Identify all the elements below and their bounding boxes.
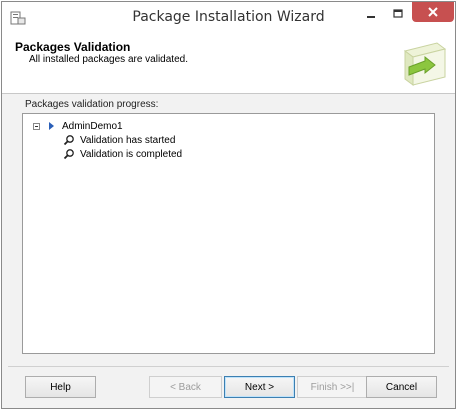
play-arrow-icon xyxy=(49,122,54,130)
collapse-toggle-icon[interactable] xyxy=(33,122,40,130)
wizard-window: Package Installation Wizard Packages Val… xyxy=(1,1,456,409)
validation-progress-tree[interactable]: AdminDemo1 Validation has started Valida… xyxy=(22,113,435,354)
minimize-icon xyxy=(367,16,375,18)
tree-node-label: Validation is completed xyxy=(80,148,183,160)
tree-node-child[interactable]: Validation is completed xyxy=(63,147,182,161)
back-button[interactable]: < Back xyxy=(149,376,222,398)
help-button[interactable]: Help xyxy=(25,376,96,398)
tree-node-root[interactable]: AdminDemo1 xyxy=(33,119,123,133)
title-bar[interactable]: Package Installation Wizard xyxy=(2,2,455,34)
magnifier-icon xyxy=(63,134,75,146)
magnifier-icon xyxy=(63,148,75,160)
minimize-button[interactable] xyxy=(358,4,384,24)
wizard-header: Packages Validation All installed packag… xyxy=(2,33,455,94)
tree-node-child[interactable]: Validation has started xyxy=(63,133,175,147)
tree-node-label: Validation has started xyxy=(80,134,176,146)
next-button[interactable]: Next > xyxy=(224,376,295,398)
tree-node-label: AdminDemo1 xyxy=(62,120,123,132)
footer-divider xyxy=(8,366,449,367)
progress-label: Packages validation progress: xyxy=(25,99,159,110)
maximize-button[interactable] xyxy=(386,4,410,24)
page-title: Packages Validation xyxy=(15,40,131,54)
page-subtitle: All installed packages are validated. xyxy=(29,54,188,65)
maximize-icon xyxy=(393,9,403,18)
cancel-button[interactable]: Cancel xyxy=(366,376,437,398)
package-graphic-icon xyxy=(395,37,447,92)
close-button[interactable] xyxy=(412,2,454,22)
close-icon xyxy=(428,7,438,17)
finish-button[interactable]: Finish >>| xyxy=(297,376,368,398)
